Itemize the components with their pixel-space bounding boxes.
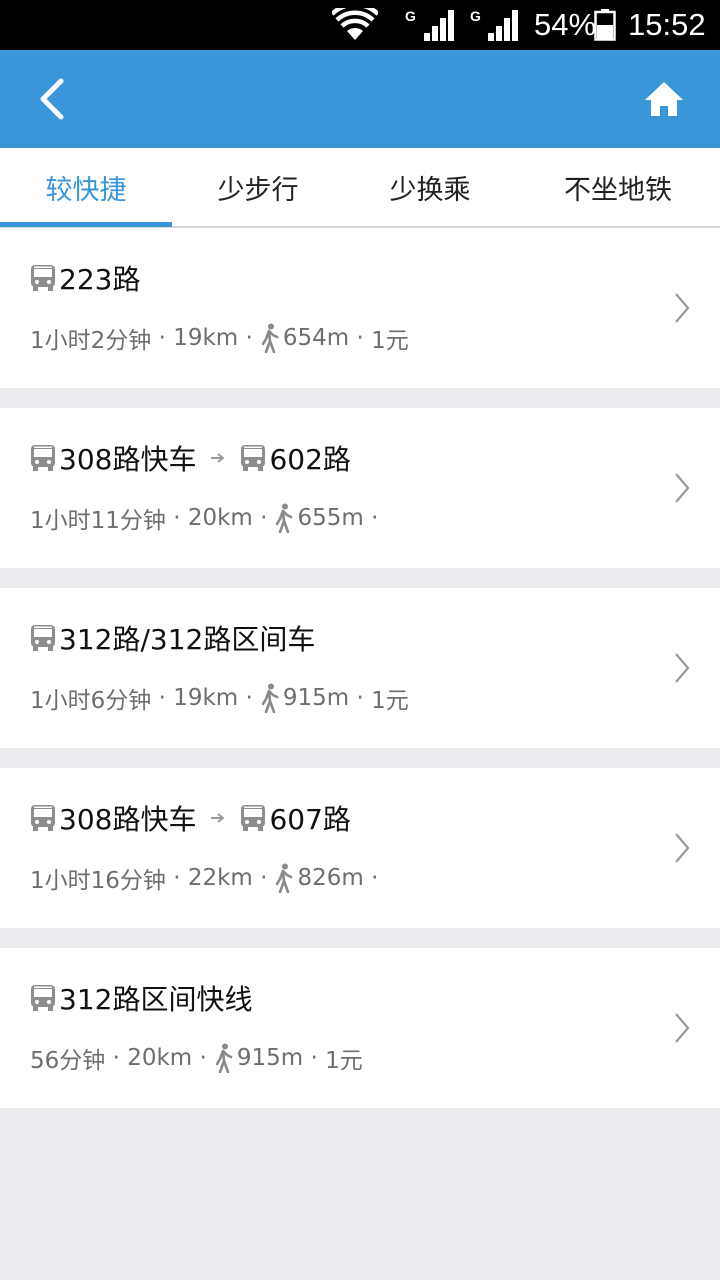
clock: 15:52 bbox=[628, 7, 706, 42]
tab-fewer-transfers[interactable]: 少换乘 bbox=[344, 148, 516, 226]
route-distance: 22km bbox=[187, 865, 253, 891]
tab-less-walking[interactable]: 少步行 bbox=[172, 148, 344, 226]
transfer-arrow-icon bbox=[210, 452, 226, 464]
bus-icon bbox=[240, 444, 266, 472]
tab-fastest[interactable]: 较快捷 bbox=[0, 148, 172, 226]
route-distance: 19km bbox=[173, 325, 239, 351]
chevron-right-icon bbox=[675, 293, 690, 323]
app-header bbox=[0, 50, 720, 148]
route-preference-tabs: 较快捷 少步行 少换乘 不坐地铁 bbox=[0, 148, 720, 228]
route-lines: 312路区间快线 bbox=[30, 978, 252, 1018]
chevron-right-icon bbox=[675, 833, 690, 863]
signal-icon bbox=[484, 0, 520, 50]
route-distance: 20km bbox=[127, 1045, 193, 1071]
bus-line-name: 607路 bbox=[269, 803, 351, 836]
back-chevron-icon bbox=[40, 78, 64, 120]
walk-distance: 654m bbox=[282, 325, 350, 351]
walk-distance: 915m bbox=[282, 685, 350, 711]
route-price: 1元 bbox=[325, 1048, 363, 1074]
route-lines: 223路 bbox=[30, 258, 140, 298]
route-summary: 56分钟 · 20km · 915m · 1元 bbox=[30, 1040, 363, 1076]
bus-line-name: 602路 bbox=[269, 443, 351, 476]
route-summary: 1小时2分钟 · 19km · 654m · 1元 bbox=[30, 320, 409, 356]
route-card[interactable]: 312路区间快线 56分钟 · 20km · 915m · 1元 bbox=[0, 948, 720, 1108]
bus-line-name: 312路/312路区间车 bbox=[59, 623, 316, 656]
bus-icon bbox=[30, 264, 56, 292]
active-tab-indicator bbox=[0, 222, 172, 227]
tab-no-subway[interactable]: 不坐地铁 bbox=[516, 148, 720, 226]
route-card[interactable]: 223路 1小时2分钟 · 19km · 654m · 1元 bbox=[0, 228, 720, 388]
route-lines: 312路/312路区间车 bbox=[30, 618, 315, 658]
back-button[interactable] bbox=[22, 66, 82, 132]
walking-icon bbox=[273, 503, 295, 533]
bus-line-name: 308路快车 bbox=[59, 443, 197, 476]
route-price: 1元 bbox=[371, 328, 409, 354]
chevron-right-icon bbox=[675, 653, 690, 683]
battery-icon bbox=[594, 0, 616, 50]
walking-icon bbox=[259, 683, 281, 713]
walk-distance: 915m bbox=[236, 1045, 304, 1071]
walking-icon bbox=[273, 863, 295, 893]
route-duration: 56分钟 bbox=[30, 1048, 106, 1074]
bus-icon bbox=[30, 804, 56, 832]
walking-icon bbox=[213, 1043, 235, 1073]
route-card[interactable]: 308路快车 607路 1小时16分钟 · 22km · 826m · bbox=[0, 768, 720, 928]
bus-line-name: 223路 bbox=[59, 263, 141, 296]
bus-icon bbox=[30, 984, 56, 1012]
route-duration: 1小时2分钟 bbox=[30, 328, 152, 354]
status-bar: G G 54% 15:52 bbox=[0, 0, 720, 50]
bus-line-name: 308路快车 bbox=[59, 803, 197, 836]
walking-icon bbox=[259, 323, 281, 353]
route-distance: 20km bbox=[187, 505, 253, 531]
route-lines: 308路快车 607路 bbox=[30, 798, 351, 838]
route-duration: 1小时11分钟 bbox=[30, 508, 166, 534]
network-type-label: G bbox=[470, 8, 481, 24]
transfer-arrow-icon bbox=[210, 812, 226, 824]
walk-distance: 655m bbox=[297, 505, 364, 531]
network-type-label: G bbox=[405, 8, 416, 24]
bus-icon bbox=[30, 444, 56, 472]
chevron-right-icon bbox=[675, 1013, 690, 1043]
chevron-right-icon bbox=[675, 473, 690, 503]
battery-percent: 54% bbox=[534, 7, 597, 42]
bus-icon bbox=[240, 804, 266, 832]
bus-icon bbox=[30, 624, 56, 652]
home-icon bbox=[645, 82, 683, 116]
route-duration: 1小时16分钟 bbox=[30, 868, 166, 894]
home-button[interactable] bbox=[626, 66, 702, 132]
route-distance: 19km bbox=[173, 685, 239, 711]
signal-icon bbox=[420, 0, 456, 50]
route-card[interactable]: 308路快车 602路 1小时11分钟 · 20km · 655m · bbox=[0, 408, 720, 568]
route-lines: 308路快车 602路 bbox=[30, 438, 351, 478]
walk-distance: 826m bbox=[297, 865, 364, 891]
route-price: 1元 bbox=[371, 688, 409, 714]
route-duration: 1小时6分钟 bbox=[30, 688, 152, 714]
wifi-icon bbox=[332, 0, 378, 50]
route-card[interactable]: 312路/312路区间车 1小时6分钟 · 19km · 915m · 1元 bbox=[0, 588, 720, 748]
route-summary: 1小时11分钟 · 20km · 655m · bbox=[30, 500, 378, 536]
route-summary: 1小时6分钟 · 19km · 915m · 1元 bbox=[30, 680, 409, 716]
bus-line-name: 312路区间快线 bbox=[59, 983, 253, 1016]
route-summary: 1小时16分钟 · 22km · 826m · bbox=[30, 860, 378, 896]
